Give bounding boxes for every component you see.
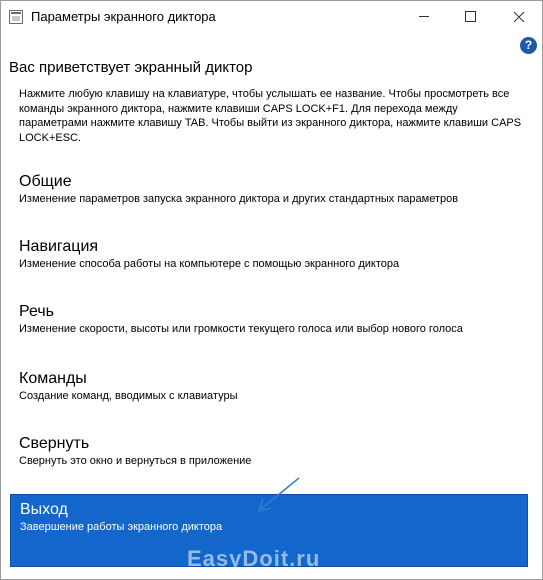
intro-text: Нажмите любую клавишу на клавиатуре, что… xyxy=(19,88,522,144)
menu-item-speech[interactable]: Речь Изменение скорости, высоты или гром… xyxy=(19,302,529,337)
title-bar[interactable]: Параметры экранного диктора xyxy=(1,1,542,32)
maximize-icon xyxy=(465,11,476,22)
menu-item-title: Общие xyxy=(19,173,72,190)
pointer-arrow-icon xyxy=(257,477,300,513)
menu-item-description: Изменение скорости, высоты или громкости… xyxy=(19,323,463,335)
menu-item-minimize[interactable]: Свернуть Свернуть это окно и вернуться в… xyxy=(19,434,529,469)
menu-item-description: Завершение работы экранного диктора xyxy=(20,521,223,533)
menu-item-navigation[interactable]: Навигация Изменение способа работы на ко… xyxy=(19,237,529,272)
menu-item-title: Выход xyxy=(20,501,68,518)
window-title: Параметры экранного диктора xyxy=(31,9,216,24)
minimize-button[interactable] xyxy=(401,1,447,32)
menu-item-description: Свернуть это окно и вернуться в приложен… xyxy=(19,455,252,467)
narrator-app-icon xyxy=(9,10,23,24)
close-button[interactable] xyxy=(496,1,542,32)
menu-item-title: Свернуть xyxy=(19,435,90,452)
welcome-heading: Вас приветствует экранный диктор xyxy=(9,59,253,76)
minimize-icon xyxy=(419,16,429,17)
menu-item-description: Изменение способа работы на компьютере с… xyxy=(19,258,400,270)
menu-item-title: Навигация xyxy=(19,238,99,255)
close-icon xyxy=(513,11,525,23)
maximize-button[interactable] xyxy=(447,1,493,32)
help-icon[interactable]: ? xyxy=(520,37,537,54)
watermark-logo: EasyDoit.ru xyxy=(187,546,321,571)
menu-item-commands[interactable]: Команды Создание команд, вводимых с клав… xyxy=(19,369,529,404)
menu-item-general[interactable]: Общие Изменение параметров запуска экран… xyxy=(19,172,529,207)
menu-item-title: Команды xyxy=(19,370,87,387)
menu-item-title: Речь xyxy=(19,303,55,320)
menu-item-description: Изменение параметров запуска экранного д… xyxy=(19,193,459,205)
menu-item-description: Создание команд, вводимых с клавиатуры xyxy=(19,390,238,402)
narrator-settings-window: Параметры экранного диктора ? Вас привет… xyxy=(0,0,543,580)
